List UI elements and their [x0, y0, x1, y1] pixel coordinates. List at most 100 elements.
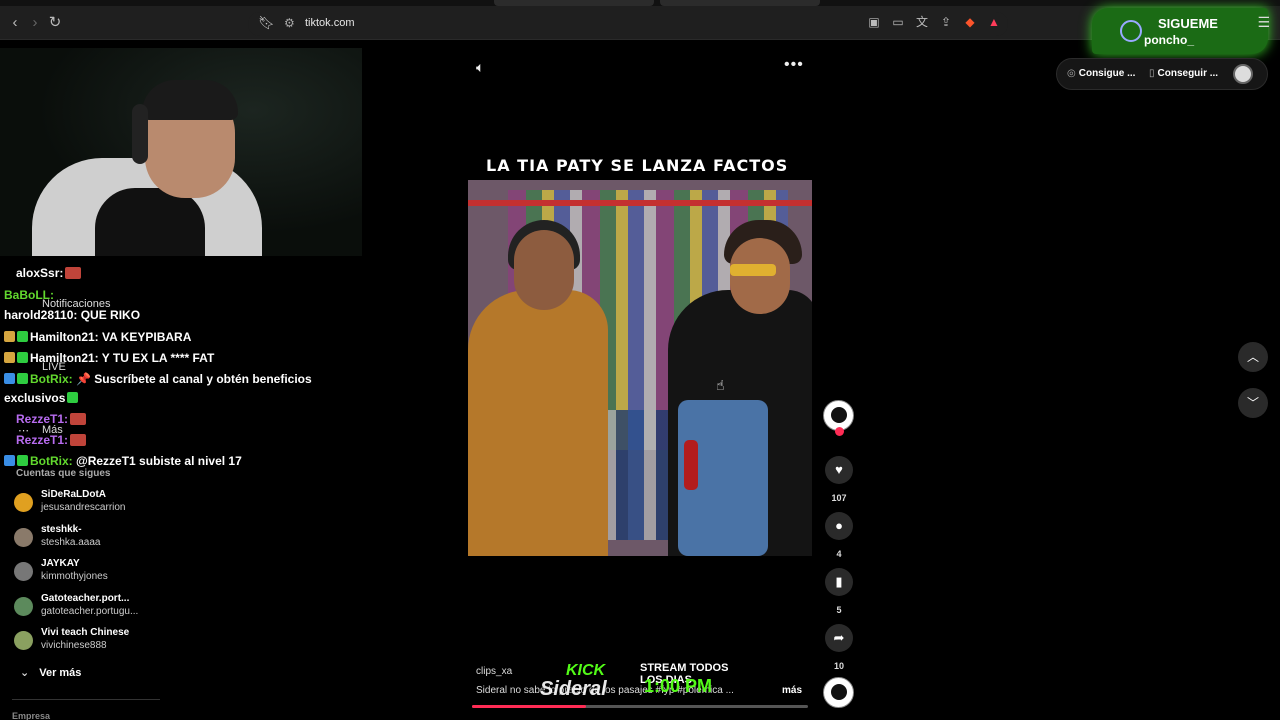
rewards-icon[interactable]: ▲	[986, 14, 1002, 30]
chat-message: BotRix: @RezzeT1 subiste al nivel 17	[4, 454, 242, 468]
share-button[interactable]: ➦	[825, 624, 853, 652]
save-count: 5	[836, 605, 842, 615]
caption-more-button[interactable]: más	[782, 685, 802, 696]
avatar	[14, 596, 33, 616]
avatar	[14, 493, 33, 512]
chat-text: 📌 Suscríbete al canal y obtén beneficios	[72, 372, 312, 386]
chat-message: RezzeT1:	[16, 412, 87, 426]
follow-plus-icon[interactable]	[835, 427, 844, 436]
save-button[interactable]: ▮	[825, 568, 853, 596]
following-name: JAYKAY	[41, 558, 80, 569]
next-video-button[interactable]: ﹀	[1238, 388, 1268, 418]
comment-button[interactable]: ●	[825, 512, 853, 540]
chat-username: Hamilton21:	[30, 330, 99, 344]
site-info-icon[interactable]: ⚙	[284, 16, 295, 30]
more-options-icon[interactable]: •••	[784, 56, 804, 74]
tab[interactable]	[660, 0, 820, 6]
chat-message: BaBoLL:	[4, 288, 54, 302]
chat-badge-icon	[17, 331, 28, 342]
following-item[interactable]: Vivi teach Chinese vivichinese888	[14, 627, 314, 657]
chat-username: harold28110:	[4, 308, 78, 322]
chat-text: @RezzeT1 subiste al nivel 17	[72, 454, 242, 468]
check-emote-icon	[67, 392, 79, 403]
chat-badge-icon	[4, 352, 15, 363]
divider	[12, 699, 160, 700]
chat-message: aloxSsr:	[16, 266, 82, 280]
following-name: Gatoteacher.port...	[41, 592, 130, 604]
chat-message: Hamilton21: Y TU EX LA **** FAT	[4, 351, 214, 365]
browser-toolbar: ‹ › ↻ 🔖︎ ⚙ tiktok.com ▣ ▭ 文 ⇪ ◆ ▲	[0, 0, 1280, 40]
chat-badge-icon	[4, 331, 15, 342]
chat-username: Hamilton21:	[30, 351, 99, 365]
chat-emote-icon	[70, 413, 87, 425]
chat-message: harold28110: QUE RIKO	[4, 308, 140, 322]
menu-icon[interactable]: ☰	[1257, 14, 1270, 31]
comment-icon: ●	[835, 518, 843, 533]
chat-text: exclusivos	[4, 391, 66, 405]
reader-icon[interactable]: ▣	[866, 14, 882, 30]
chat-badge-icon	[4, 373, 15, 384]
follow-me-handle: poncho_	[1144, 33, 1194, 47]
reload-icon[interactable]: ↻	[46, 14, 64, 32]
chat-text: VA KEYPIBARA	[98, 330, 192, 344]
follow-me-overlay: SIGUEME poncho_	[1092, 8, 1268, 54]
chat-text: QUE RIKO	[77, 308, 141, 322]
company-link[interactable]: Empresa	[12, 711, 50, 720]
chat-username: aloxSsr:	[16, 266, 64, 280]
chat-message: exclusivos	[4, 391, 79, 405]
forward-icon[interactable]: ›	[26, 14, 44, 32]
following-item[interactable]: Gatoteacher.port... gatoteacher.portugu..…	[14, 593, 314, 623]
chat-badge-icon	[17, 373, 28, 384]
following-item[interactable]: JAYKAY kimmothyjones	[14, 558, 314, 588]
get-app-button[interactable]: ▯ Conseguir ...	[1149, 68, 1218, 79]
kick-time: 1:00 PM	[644, 676, 713, 696]
chevron-up-icon: ︿	[1246, 350, 1259, 364]
avatar	[14, 562, 33, 581]
see-more-button[interactable]: ⌄ Ver más	[20, 666, 81, 679]
tab-active[interactable]	[494, 0, 654, 6]
get-coins-button[interactable]: ◎ Consigue ...	[1067, 68, 1135, 79]
bookmark-icon[interactable]: 🔖︎	[258, 15, 275, 31]
chat-username: BaBoLL:	[4, 288, 54, 302]
following-handle: steshka.aaaa	[41, 536, 101, 548]
like-button[interactable]: ♥	[825, 456, 853, 484]
sound-avatar[interactable]	[823, 677, 854, 708]
url-text[interactable]: tiktok.com	[305, 17, 355, 29]
share-arrow-icon: ➦	[833, 630, 845, 645]
creator-avatar[interactable]	[823, 400, 854, 436]
video-player[interactable]	[468, 180, 812, 556]
chat-message: Hamilton21: VA KEYPIBARA	[4, 330, 191, 344]
volume-icon[interactable]: 🔈︎	[476, 59, 484, 76]
chat-username: RezzeT1:	[16, 412, 69, 426]
screen-icon[interactable]: ▭	[890, 14, 906, 30]
chat-badge-icon	[17, 455, 28, 466]
profile-avatar[interactable]	[1233, 64, 1253, 84]
comment-count: 4	[836, 549, 842, 559]
coin-icon: ◎	[1067, 68, 1076, 79]
like-count: 107	[831, 493, 847, 503]
previous-video-button[interactable]: ︿	[1238, 342, 1268, 372]
avatar	[14, 631, 33, 650]
extension-icons: ▣ ▭ 文 ⇪ ◆ ▲	[866, 14, 1002, 30]
streamer-name: Sideral	[540, 678, 607, 700]
following-handle: vivichinese888	[41, 640, 107, 651]
chat-username: RezzeT1:	[16, 433, 69, 447]
following-item[interactable]: steshkk-steshka.aaaa	[14, 524, 314, 554]
video-author[interactable]: clips_xa	[476, 666, 512, 677]
following-item[interactable]: SiDeRaLDotA jesusandrescarrion	[14, 489, 314, 519]
translate-icon[interactable]: 文	[914, 14, 930, 30]
progress-fill	[472, 705, 587, 708]
mouse-cursor-icon: ☝	[716, 377, 725, 393]
heart-icon: ♥	[835, 462, 843, 477]
stream-chat: aloxSsr: BaBoLL: harold28110: QUE RIKO Hami…	[0, 262, 420, 472]
brave-shield-icon[interactable]: ◆	[962, 14, 978, 30]
video-progress-bar[interactable]	[472, 705, 808, 708]
back-icon[interactable]: ‹	[6, 14, 24, 32]
chevron-down-icon: ﹀	[1246, 396, 1259, 410]
following-handle: kimmothyjones	[41, 571, 108, 582]
share-icon[interactable]: ⇪	[938, 14, 954, 30]
following-handle: gatoteacher.portugu...	[41, 605, 139, 617]
phone-icon: ▯	[1149, 68, 1155, 79]
kick-overlay: KICK STREAM TODOS LOS DIAS 1:00 PM Sider…	[540, 656, 740, 704]
chevron-down-icon: ⌄	[20, 667, 30, 679]
